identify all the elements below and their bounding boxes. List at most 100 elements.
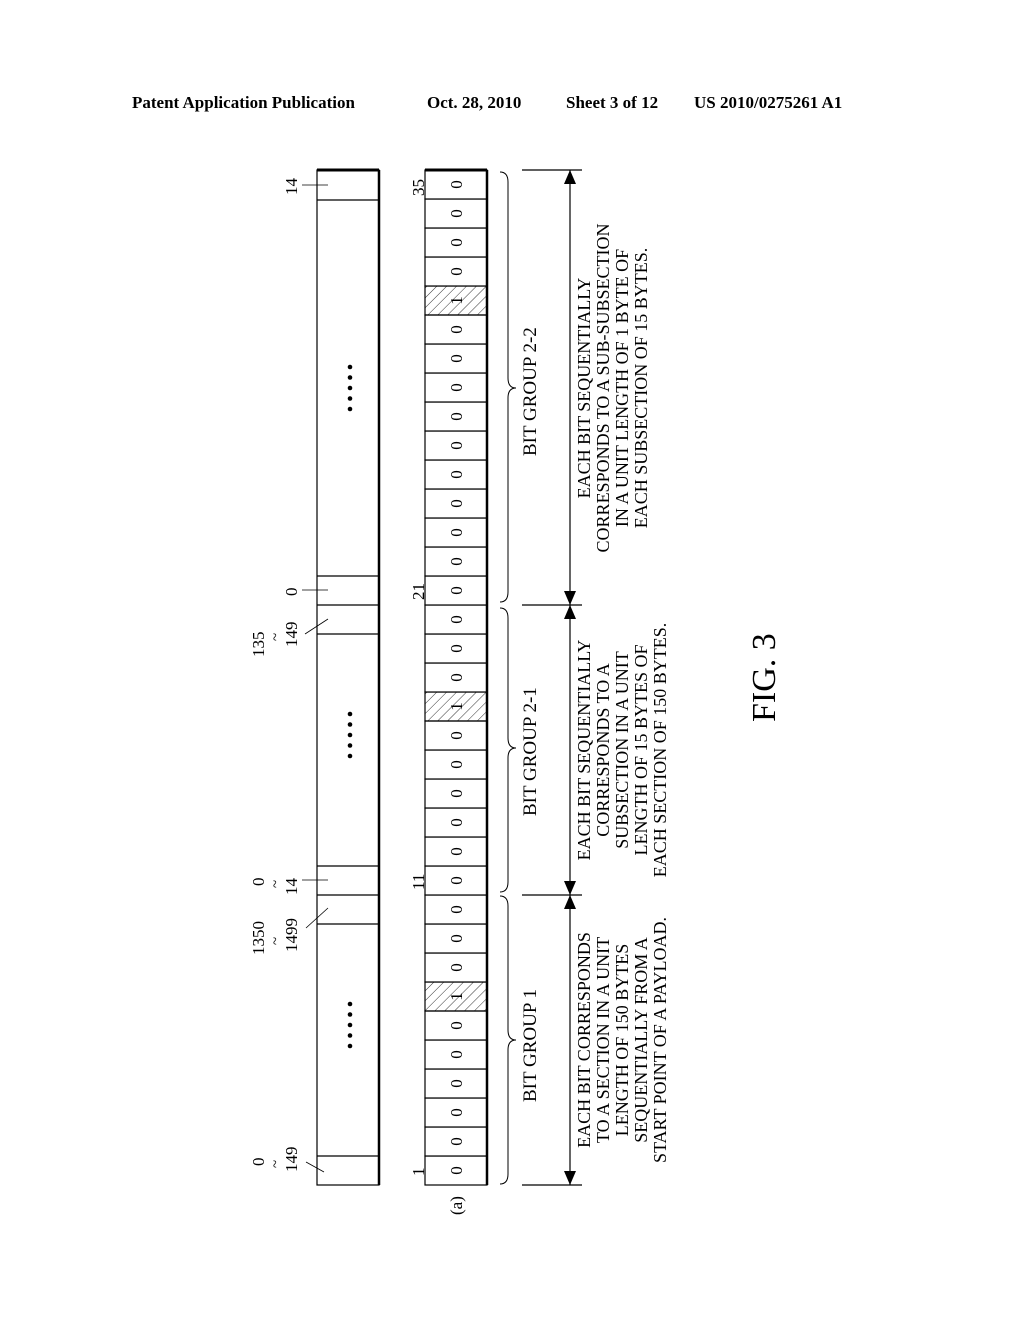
- bit-cell-6: 0: [424, 1010, 488, 1041]
- bit-value: 1: [447, 992, 466, 1001]
- bit-value: 0: [447, 934, 466, 943]
- bit-cell-5: 0: [424, 1039, 488, 1070]
- group-label-2-1: BIT GROUP 2-1: [520, 687, 541, 816]
- payload-label-0-right: 0: [282, 588, 301, 597]
- group-description-line: LENGTH OF 15 BYTES OF: [631, 644, 651, 855]
- bit-cell-33: 0: [424, 227, 488, 258]
- bit-value: 0: [447, 615, 466, 624]
- ellipsis-dot: [347, 1001, 353, 1007]
- bit-cell-30: 0: [424, 314, 488, 345]
- bit-cell-12: 0: [424, 836, 488, 867]
- group-description-line: EACH SUBSECTION OF 15 BYTES.: [631, 248, 651, 529]
- ellipsis-dot: [347, 1022, 353, 1028]
- bit-cell-29: 0: [424, 343, 488, 374]
- payload-label-0-mid: 0: [249, 878, 268, 887]
- ellipsis-dot: [347, 364, 353, 370]
- payload-label-135: 135: [249, 632, 268, 658]
- group-label-2-2: BIT GROUP 2-2: [520, 327, 541, 456]
- figure-diagram: 14 0 135 ~ 149 0 ~ 14 1350 ~ 1499 0 ~ 14…: [249, 168, 783, 1215]
- bit-cell-25: 0: [424, 459, 488, 490]
- braces: [499, 171, 517, 1185]
- payload-label-149-b: 149: [282, 622, 301, 648]
- bit-value: 0: [447, 1021, 466, 1030]
- bit-cell-1: 0: [424, 1155, 488, 1186]
- bit-value: 0: [447, 644, 466, 653]
- bit-cell-31: 1: [424, 285, 488, 316]
- part-label-a: (a): [447, 1196, 466, 1215]
- bit-cell-8: 0: [424, 952, 488, 983]
- bit-cell-32: 0: [424, 256, 488, 287]
- payload-label-149: 149: [282, 1147, 301, 1173]
- bit-cell-7: 1: [424, 981, 488, 1012]
- bit-cell-2: 0: [424, 1126, 488, 1157]
- group-label-1: BIT GROUP 1: [520, 989, 541, 1102]
- bit-cell-15: 0: [424, 749, 488, 780]
- bit-value: 0: [447, 1108, 466, 1117]
- bit-cell-22: 0: [424, 546, 488, 577]
- group-description-line: IN A UNIT LENGTH OF 1 BYTE OF: [612, 249, 632, 527]
- bit-value: 0: [447, 789, 466, 798]
- bit-value: 0: [447, 731, 466, 740]
- bit-index-35: 35: [409, 179, 428, 196]
- bit-cell-17: 1: [424, 691, 488, 722]
- bit-value: 0: [447, 1079, 466, 1088]
- payload-label-1350: 1350: [249, 921, 268, 955]
- bit-value: 0: [447, 470, 466, 479]
- bit-value: 0: [447, 354, 466, 363]
- bit-value: 0: [447, 1166, 466, 1175]
- bitmap: 0 0 0 0 0 0 1 0 0 0 0 0 0 0 0 0 1 0 0 0 0 0 0 0 0 0 0 0 0 0 1 0 0 0 0: [424, 168, 489, 1186]
- group-description-line: EACH BIT CORRESPONDS: [574, 932, 594, 1148]
- bit-value: 0: [447, 528, 466, 537]
- bit-cell-3: 0: [424, 1097, 488, 1128]
- bit-cell-11: 0: [424, 865, 488, 896]
- bit-value: 0: [447, 383, 466, 392]
- group-description-line: CORRESPONDS TO A: [593, 663, 613, 836]
- group-description-line: EACH SECTION OF 150 BYTES.: [650, 623, 670, 878]
- bit-cell-35: 0: [424, 169, 488, 200]
- group-description-line: LENGTH OF 150 BYTES: [612, 944, 632, 1137]
- payload-label-14-mid: 14: [282, 878, 301, 896]
- bit-index-11: 11: [409, 874, 428, 890]
- bit-value: 1: [447, 296, 466, 305]
- bit-cell-23: 0: [424, 517, 488, 548]
- bit-index-21: 21: [409, 583, 428, 600]
- bit-cell-34: 0: [424, 198, 488, 229]
- bit-cell-10: 0: [424, 894, 488, 925]
- ellipsis-dot: [347, 722, 353, 727]
- bit-value: 0: [447, 441, 466, 450]
- bit-cell-14: 0: [424, 778, 488, 809]
- bit-value: 0: [447, 267, 466, 276]
- bit-index-1: 1: [409, 1168, 428, 1177]
- bit-value: 0: [447, 325, 466, 334]
- bit-value: 0: [447, 412, 466, 421]
- group-description-line: START POINT OF A PAYLOAD.: [650, 917, 670, 1163]
- figure-label: FIG. 3: [746, 633, 783, 722]
- ellipsis-dot: [347, 396, 353, 401]
- bit-cell-4: 0: [424, 1068, 488, 1099]
- group-description-line: CORRESPONDS TO A SUB-SUBSECTION: [593, 224, 613, 553]
- bit-cell-9: 0: [424, 923, 488, 954]
- bit-cell-19: 0: [424, 633, 488, 664]
- bit-value: 0: [447, 1050, 466, 1059]
- bit-value: 1: [447, 702, 466, 711]
- bit-value: 0: [447, 963, 466, 972]
- group-description-line: TO A SECTION IN A UNIT: [593, 937, 613, 1143]
- ellipsis-dot: [347, 732, 353, 738]
- bit-cell-24: 0: [424, 488, 488, 519]
- ellipsis-dot: [347, 406, 353, 412]
- bit-value: 0: [447, 760, 466, 769]
- bit-cell-18: 0: [424, 662, 488, 693]
- bit-value: 0: [447, 847, 466, 856]
- group-description-line: EACH BIT SEQUENTIALLY: [574, 278, 594, 499]
- bit-value: 0: [447, 673, 466, 682]
- group-description-line: SUBSECTION IN A UNIT: [612, 651, 632, 849]
- bit-value: 0: [447, 586, 466, 595]
- ellipsis-dot: [347, 385, 353, 391]
- bit-value: 0: [447, 238, 466, 247]
- payload-label-1499: 1499: [282, 918, 301, 952]
- ellipsis-dot: [347, 753, 353, 759]
- ellipsis-dot: [347, 743, 353, 748]
- bit-value: 0: [447, 180, 466, 189]
- payload-label-14-top: 14: [282, 178, 301, 196]
- ellipsis-dot: [347, 1012, 353, 1017]
